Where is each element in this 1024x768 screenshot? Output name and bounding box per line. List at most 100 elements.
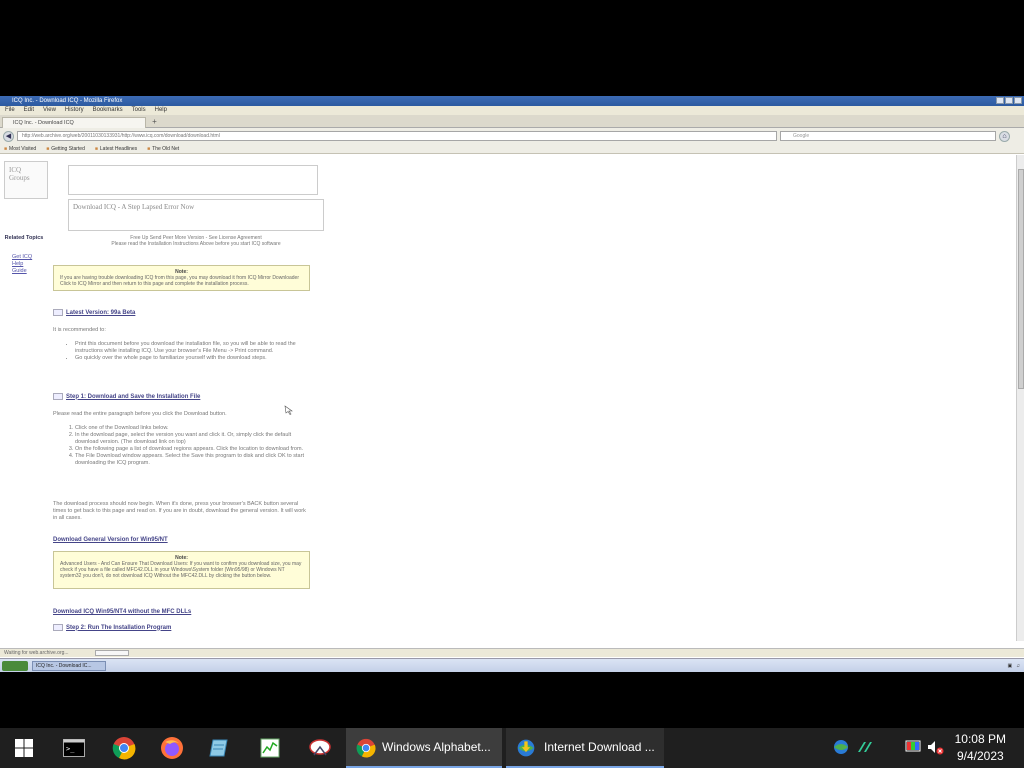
idm-tray-icon[interactable] (832, 738, 850, 756)
remote-taskbar: ICQ Inc. - Download IC... ▣ ♫ (0, 658, 1024, 672)
side-link-get-icq[interactable]: Get ICQ (4, 254, 44, 261)
step1-outro: The download process should now begin. W… (53, 501, 306, 521)
terminal-app[interactable]: >_ (50, 728, 98, 768)
download-no-mfc-link[interactable]: Download ICQ Win95/NT4 without the MFC D… (53, 609, 191, 615)
browser-tab[interactable]: ICQ Inc. - Download ICQ (2, 117, 146, 128)
remote-tray: ▣ ♫ (1008, 661, 1020, 671)
network-icon: ▣ (1007, 663, 1013, 669)
side-link-guide[interactable]: Guide (4, 268, 44, 275)
taskbar-window-windows-alphabet[interactable]: Windows Alphabet... (346, 728, 502, 768)
snipping-tool-app[interactable] (296, 728, 344, 768)
window-title-bar: ICQ Inc. - Download ICQ - Mozilla Firefo… (0, 96, 1024, 106)
related-topics: Related Topics Get ICQ Help Guide (4, 235, 44, 275)
section-title: Step 1: Download and Save the Installati… (66, 393, 201, 400)
volume-icon: ♫ (1016, 663, 1020, 669)
remote-taskbar-item[interactable]: ICQ Inc. - Download IC... (32, 661, 106, 671)
notepad-app[interactable] (196, 728, 244, 768)
screen: ICQ Inc. - Download ICQ - Mozilla Firefo… (0, 0, 1024, 768)
list-item: In the download page, select the version… (75, 432, 309, 446)
bookmark-latest-headlines[interactable]: Latest Headlines (95, 144, 137, 153)
menu-help[interactable]: Help (155, 106, 167, 115)
related-topics-heading: Related Topics (4, 235, 44, 241)
section-icon (53, 393, 63, 400)
menu-bar: File Edit View History Bookmarks Tools H… (0, 106, 1024, 115)
recommend-list: Print this document before you download … (53, 341, 309, 362)
taskbar-window-label: Internet Download ... (544, 740, 655, 754)
loading-progress (95, 650, 129, 656)
section-step-2[interactable]: Step 2: Run The Installation Program (53, 624, 171, 631)
firefox-window: ICQ Inc. - Download ICQ - Mozilla Firefo… (0, 96, 1024, 672)
section-latest-version[interactable]: Latest Version: 99a Beta (53, 309, 135, 316)
list-item: Click one of the Download links below. (75, 425, 309, 432)
minimize-button[interactable] (996, 97, 1004, 104)
page-content: ICQ Groups Related Topics Get ICQ Help G… (0, 155, 1016, 641)
chrome-icon (112, 737, 136, 760)
status-text: Waiting for web.archive.org... (4, 650, 69, 656)
menu-tools[interactable]: Tools (132, 106, 146, 115)
start-button[interactable] (0, 728, 48, 768)
taskbar: >_ Windows Alphabet... Internet Download… (0, 728, 1024, 768)
note-text: Advanced Users - And Can Ensure That Dow… (60, 561, 302, 579)
chrome-icon (356, 738, 376, 758)
task-manager-app[interactable] (246, 728, 294, 768)
section-icon (53, 309, 63, 316)
section-title: Step 2: Run The Installation Program (66, 624, 172, 631)
maximize-button[interactable] (1005, 97, 1013, 104)
window-controls (996, 97, 1022, 104)
side-link-help[interactable]: Help (4, 261, 44, 268)
scrollbar-thumb[interactable] (1018, 169, 1024, 389)
task-manager-icon (260, 738, 280, 758)
system-clock[interactable]: 10:08 PM 9/4/2023 (955, 731, 1006, 765)
terminal-icon: >_ (63, 739, 85, 757)
remote-start-button[interactable] (2, 661, 28, 671)
new-tab-button[interactable]: + (150, 118, 159, 127)
list-item: Go quickly over the whole page to famili… (75, 355, 309, 362)
note-text: If you are having trouble downloading IC… (60, 275, 300, 287)
svg-text:>_: >_ (66, 745, 75, 753)
note-advanced: Note: Advanced Users - And Can Ensure Th… (53, 551, 310, 589)
chrome-app[interactable] (100, 728, 148, 768)
mouse-cursor-icon (284, 405, 293, 415)
section-title: Latest Version: 99a Beta (66, 309, 136, 316)
status-bar: Waiting for web.archive.org... (0, 648, 1024, 657)
bookmarks-toolbar: Most Visited Getting Started Latest Head… (0, 144, 1024, 154)
bookmark-getting-started[interactable]: Getting Started (46, 144, 85, 153)
list-item: The File Download window appears. Select… (75, 453, 309, 467)
navigation-toolbar: ◀ http://web.archive.org/web/20011030133… (0, 128, 1024, 144)
firefox-app[interactable] (148, 728, 196, 768)
display-tray-icon[interactable] (904, 738, 922, 756)
menu-edit[interactable]: Edit (24, 106, 34, 115)
list-item: On the following page a list of download… (75, 446, 309, 453)
snipping-tool-icon (309, 739, 331, 756)
volume-muted-icon[interactable] (926, 738, 944, 756)
section-step-1[interactable]: Step 1: Download and Save the Installati… (53, 393, 200, 400)
notepad-icon (209, 739, 228, 757)
bookmark-old-net[interactable]: The Old Net (147, 144, 179, 153)
note-mirror: Note: If you are having trouble download… (53, 265, 310, 291)
section-icon (53, 624, 63, 631)
menu-history[interactable]: History (65, 106, 84, 115)
search-box[interactable]: Google (780, 131, 996, 141)
vertical-scrollbar[interactable] (1016, 155, 1024, 641)
download-general-link[interactable]: Download General Version for Win95/NT (53, 537, 168, 543)
windows-logo-icon (15, 739, 33, 757)
back-arrow-icon[interactable]: ◀ (3, 130, 14, 142)
icq-groups-logo[interactable]: ICQ Groups (4, 161, 48, 199)
list-item: Print this document before you download … (75, 341, 309, 355)
firefox-icon (161, 737, 183, 759)
menu-file[interactable]: File (5, 106, 15, 115)
header-links: Free Up Send Peer More Version - See Lic… (68, 235, 324, 247)
home-icon[interactable]: ⌂ (999, 130, 1010, 142)
close-button[interactable] (1014, 97, 1022, 104)
menu-bookmarks[interactable]: Bookmarks (93, 106, 123, 115)
network-activity-tray-icon[interactable] (856, 738, 874, 756)
window-title: ICQ Inc. - Download ICQ - Mozilla Firefo… (12, 98, 123, 104)
taskbar-window-internet-download[interactable]: Internet Download ... (506, 728, 664, 768)
url-bar[interactable]: http://web.archive.org/web/2001103013393… (17, 131, 777, 141)
header-line-2[interactable]: Please read the Installation Instruction… (68, 241, 324, 247)
menu-view[interactable]: View (43, 106, 56, 115)
header-banner-image (68, 165, 318, 195)
tab-strip: ICQ Inc. - Download ICQ + (0, 115, 1024, 128)
taskbar-window-label: Windows Alphabet... (382, 740, 491, 754)
bookmark-most-visited[interactable]: Most Visited (4, 144, 36, 153)
